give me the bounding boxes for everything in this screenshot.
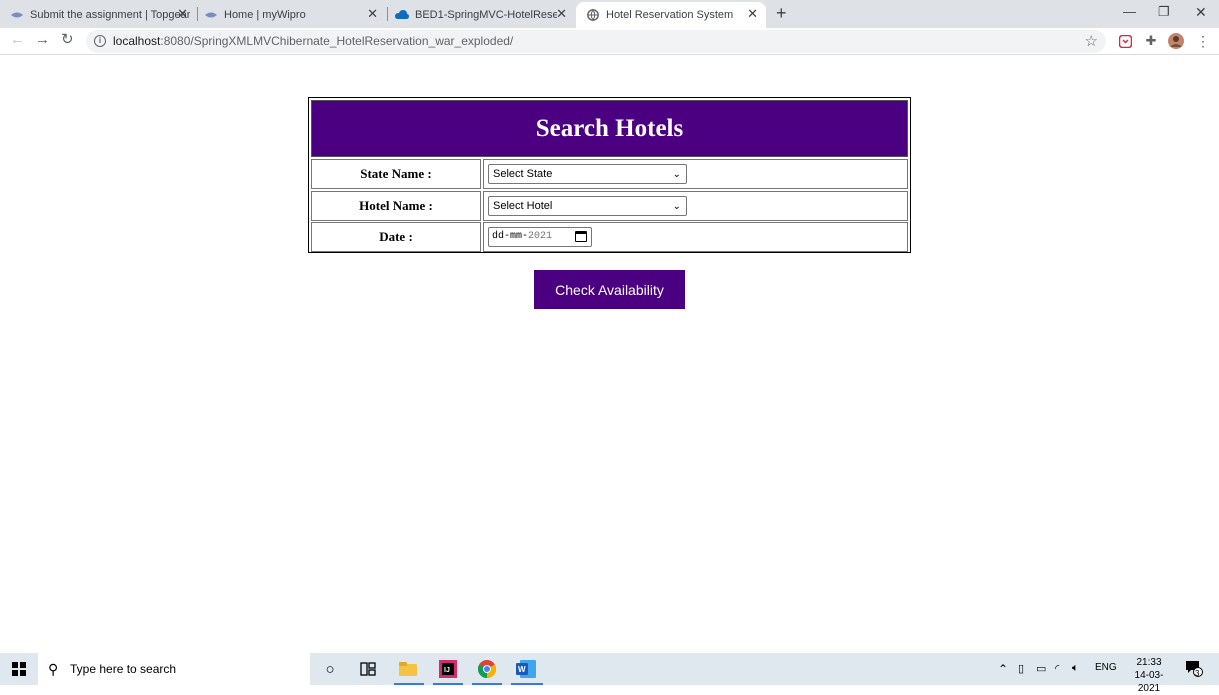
browser-toolbar: ← → ↻ i localhost:8080/SpringXMLMVChiber… [0, 28, 1219, 55]
new-tab-icon[interactable]: + [776, 4, 787, 22]
file-explorer-icon[interactable] [398, 659, 418, 679]
tab-separator [197, 7, 198, 21]
svg-text:W: W [518, 665, 526, 674]
url-text[interactable]: localhost:8080/SpringXMLMVChibernate_Hot… [113, 34, 513, 48]
search-placeholder: Type here to search [70, 662, 177, 676]
page-content: Search Hotels State Name : Select State … [0, 56, 1219, 653]
clock-time: 21:33 [1136, 657, 1162, 668]
tab-title: Home | myWipro [224, 9, 306, 21]
task-view-icon[interactable] [358, 659, 378, 679]
word-icon[interactable]: W [516, 659, 536, 679]
close-icon[interactable]: ✕ [177, 7, 188, 21]
windows-start-icon[interactable] [12, 662, 26, 676]
extensions-puzzle-icon[interactable]: ✚ [1143, 33, 1159, 49]
tab-hotel-reservation[interactable]: Hotel Reservation System ✕ [576, 2, 766, 28]
minimize-icon[interactable]: — [1123, 4, 1136, 19]
form-header: Search Hotels [311, 100, 908, 157]
hotel-select[interactable]: Select Hotel ⌄ [488, 196, 687, 216]
notifications-icon[interactable] [1185, 659, 1203, 680]
chrome-icon[interactable] [477, 659, 497, 679]
system-clock[interactable]: 21:33 14-03-2021 [1124, 656, 1174, 695]
device-icon[interactable]: ▯ [1018, 662, 1024, 675]
back-arrow-icon[interactable]: ← [10, 32, 25, 48]
tab-title: Hotel Reservation System [606, 9, 734, 21]
close-icon[interactable]: ✕ [747, 7, 758, 21]
date-row: Date : dd-mm-2021 [311, 222, 908, 252]
battery-icon[interactable]: ▭ [1036, 662, 1046, 675]
notification-count: 3 [1195, 669, 1200, 678]
pocket-extension-icon[interactable] [1117, 33, 1133, 49]
page-title: Search Hotels [535, 114, 684, 142]
tab-topgear[interactable]: Submit the assignment | Topgear ✕ [10, 2, 196, 28]
check-availability-button[interactable]: Check Availability [534, 270, 685, 309]
date-label: Date : [311, 222, 481, 252]
search-form-table: Search Hotels State Name : Select State … [308, 97, 911, 253]
reload-icon[interactable]: ↻ [61, 32, 74, 48]
date-input[interactable]: dd-mm-2021 [488, 227, 592, 247]
info-icon[interactable]: i [94, 35, 106, 47]
clock-date: 14-03-2021 [1134, 670, 1164, 694]
wipro-favicon-icon [204, 8, 218, 22]
wipro-favicon-icon [10, 8, 24, 22]
calendar-icon[interactable] [575, 231, 587, 242]
hotel-label: Hotel Name : [311, 191, 481, 221]
address-bar[interactable]: i localhost:8080/SpringXMLMVChibernate_H… [86, 30, 1106, 53]
taskbar-search-box[interactable]: ⚲ Type here to search [38, 653, 310, 685]
chevron-down-icon: ⌄ [672, 201, 681, 212]
windows-taskbar: ⚲ Type here to search ○ IJ W ⌃ ▯ ▭ ◜ 🔈︎ … [0, 653, 1219, 694]
bookmark-star-icon[interactable]: ☆ [1085, 32, 1098, 50]
volume-icon[interactable]: 🔈︎ [1072, 662, 1079, 675]
hotel-row: Hotel Name : Select Hotel ⌄ [311, 191, 908, 221]
search-icon: ⚲ [48, 661, 59, 677]
state-row: State Name : Select State ⌄ [311, 159, 908, 189]
state-label: State Name : [311, 159, 481, 189]
svg-text:IJ: IJ [444, 667, 450, 674]
hotel-cell: Select Hotel ⌄ [483, 191, 908, 221]
language-indicator[interactable]: ENG [1095, 662, 1117, 673]
tab-title: Submit the assignment | Topgear [30, 9, 191, 21]
avatar[interactable] [1168, 33, 1184, 49]
close-icon[interactable]: ✕ [556, 7, 567, 21]
tab-title: BED1-SpringMVC-HotelReservati [415, 9, 557, 21]
chevron-up-icon[interactable]: ⌃ [998, 662, 1008, 676]
cortana-icon[interactable]: ○ [320, 659, 340, 679]
intellij-icon[interactable]: IJ [438, 659, 458, 679]
wifi-icon[interactable]: ◜ [1055, 662, 1059, 675]
state-select[interactable]: Select State ⌄ [488, 164, 687, 184]
globe-icon [586, 8, 600, 22]
chevron-down-icon: ⌄ [672, 169, 681, 180]
tab-mywipro[interactable]: Home | myWipro ✕ [204, 2, 386, 28]
date-cell: dd-mm-2021 [483, 222, 908, 252]
close-icon[interactable]: ✕ [367, 7, 378, 21]
restore-icon[interactable]: ❐ [1158, 4, 1170, 20]
tab-bed1[interactable]: BED1-SpringMVC-HotelReservati ✕ [395, 2, 575, 28]
state-cell: Select State ⌄ [483, 159, 908, 189]
menu-kebab-icon[interactable]: ⋮ [1195, 33, 1211, 49]
tab-separator [387, 7, 388, 21]
cloud-icon [395, 8, 409, 22]
forward-arrow-icon[interactable]: → [35, 32, 50, 48]
browser-tab-bar: Submit the assignment | Topgear ✕ Home |… [0, 0, 1219, 28]
window-close-icon[interactable]: ✕ [1195, 4, 1207, 21]
